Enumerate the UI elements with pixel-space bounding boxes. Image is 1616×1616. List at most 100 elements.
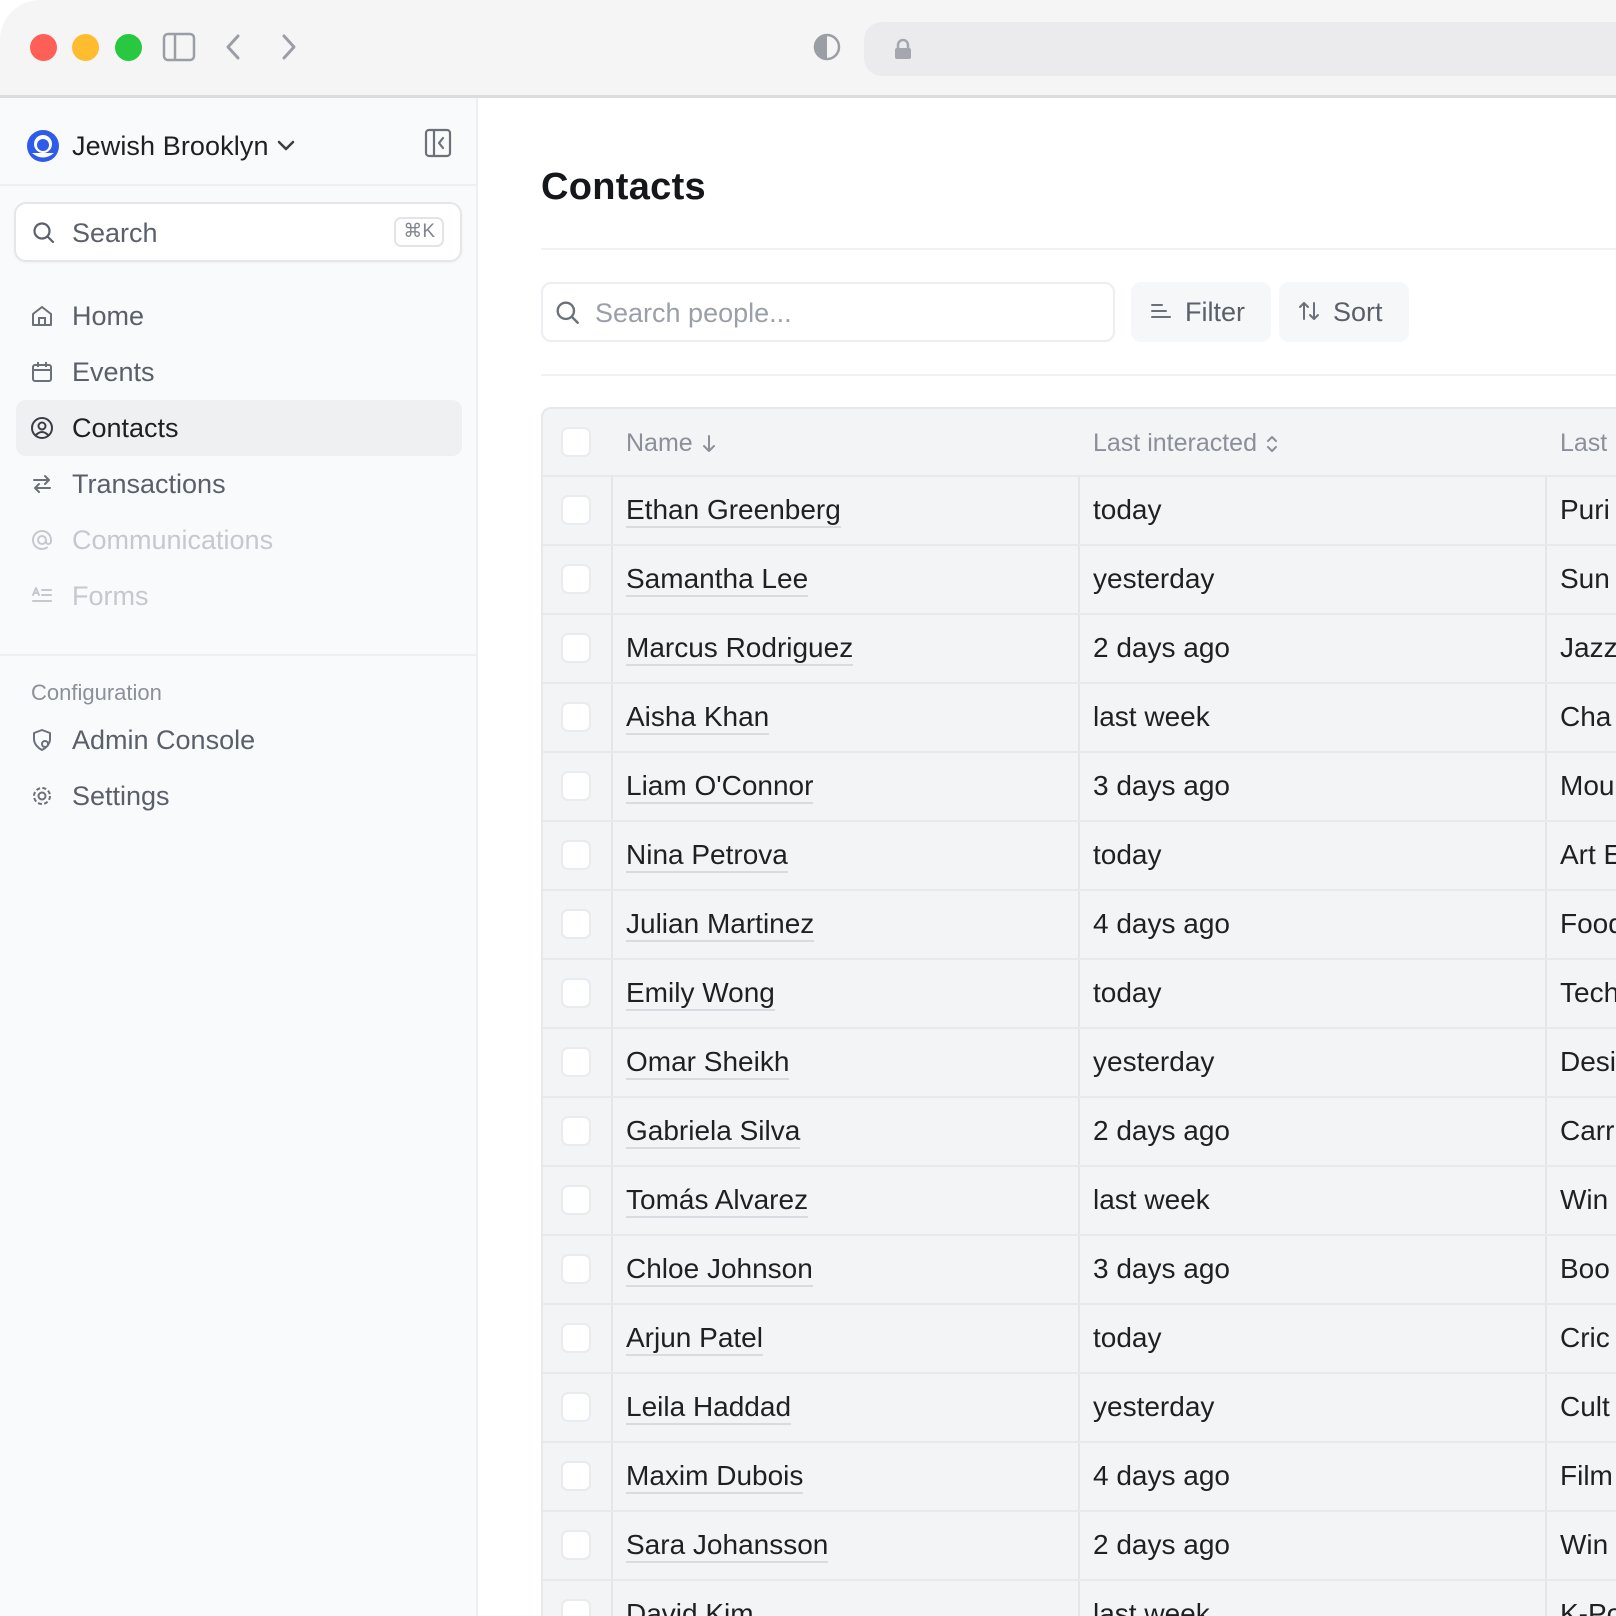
row-checkbox[interactable] bbox=[561, 1047, 591, 1077]
table-row[interactable]: Tomás Alvarez last week Win bbox=[543, 1167, 1616, 1236]
contact-name-link[interactable]: Maxim Dubois bbox=[626, 1460, 804, 1494]
table-row[interactable]: Nina Petrova today Art E bbox=[543, 822, 1616, 891]
browser-toolbar bbox=[0, 0, 1616, 98]
contact-name-cell[interactable]: Emily Wong bbox=[626, 977, 775, 1011]
collapse-sidebar-icon[interactable] bbox=[424, 128, 452, 158]
forward-arrow-icon[interactable] bbox=[274, 30, 302, 64]
table-row[interactable]: Chloe Johnson 3 days ago Boo bbox=[543, 1236, 1616, 1305]
column-header-last-interacted[interactable]: Last interacted bbox=[1093, 429, 1279, 458]
sidebar-item-admin-console[interactable]: Admin Console bbox=[16, 712, 462, 768]
contact-name-link[interactable]: Emily Wong bbox=[626, 977, 775, 1011]
contact-name-link[interactable]: Julian Martinez bbox=[626, 908, 815, 942]
contact-name-cell[interactable]: Chloe Johnson bbox=[626, 1253, 813, 1287]
sidebar-search[interactable]: Search ⌘K bbox=[14, 202, 462, 262]
table-row[interactable]: Marcus Rodriguez 2 days ago Jazz bbox=[543, 615, 1616, 684]
sidebar-item-communications: Communications bbox=[16, 512, 462, 568]
contact-name-cell[interactable]: Maxim Dubois bbox=[626, 1460, 804, 1494]
table-row[interactable]: Maxim Dubois 4 days ago Film bbox=[543, 1443, 1616, 1512]
address-bar[interactable] bbox=[864, 22, 1616, 76]
people-search-box[interactable] bbox=[541, 282, 1115, 342]
row-checkbox[interactable] bbox=[561, 1116, 591, 1146]
sidebar-toggle-icon[interactable] bbox=[162, 30, 196, 64]
row-checkbox[interactable] bbox=[561, 564, 591, 594]
table-row[interactable]: Samantha Lee yesterday Sun bbox=[543, 546, 1616, 615]
contact-name-cell[interactable]: Leila Haddad bbox=[626, 1391, 792, 1425]
contact-name-cell[interactable]: Ethan Greenberg bbox=[626, 494, 841, 528]
row-checkbox[interactable] bbox=[561, 1599, 591, 1616]
contact-name-link[interactable]: Leila Haddad bbox=[626, 1391, 792, 1425]
row-checkbox[interactable] bbox=[561, 1323, 591, 1353]
contact-name-link[interactable]: Aisha Khan bbox=[626, 701, 770, 735]
contact-name-link[interactable]: Nina Petrova bbox=[626, 839, 788, 873]
contact-name-link[interactable]: Marcus Rodriguez bbox=[626, 632, 854, 666]
contact-name-cell[interactable]: Samantha Lee bbox=[626, 563, 809, 597]
table-row[interactable]: Leila Haddad yesterday Cult bbox=[543, 1374, 1616, 1443]
back-arrow-icon[interactable] bbox=[220, 30, 248, 64]
table-row[interactable]: Emily Wong today Tech bbox=[543, 960, 1616, 1029]
contact-name-cell[interactable]: Nina Petrova bbox=[626, 839, 788, 873]
sidebar-item-home[interactable]: Home bbox=[16, 288, 462, 344]
last-interacted-cell: yesterday bbox=[1093, 563, 1215, 594]
row-checkbox[interactable] bbox=[561, 1530, 591, 1560]
table-row[interactable]: Gabriela Silva 2 days ago Carr bbox=[543, 1098, 1616, 1167]
contact-name-cell[interactable]: Gabriela Silva bbox=[626, 1115, 801, 1149]
contact-name-cell[interactable]: Tomás Alvarez bbox=[626, 1184, 809, 1218]
row-checkbox[interactable] bbox=[561, 978, 591, 1008]
contact-name-cell[interactable]: Aisha Khan bbox=[626, 701, 770, 735]
column-header-name[interactable]: Name bbox=[626, 429, 717, 458]
zoom-window-button[interactable] bbox=[115, 34, 142, 61]
minimize-window-button[interactable] bbox=[72, 34, 99, 61]
filter-button[interactable]: Filter bbox=[1131, 282, 1271, 342]
table-row[interactable]: Julian Martinez 4 days ago Food bbox=[543, 891, 1616, 960]
column-header-last[interactable]: Last bbox=[1560, 429, 1607, 458]
contact-name-cell[interactable]: Omar Sheikh bbox=[626, 1046, 790, 1080]
row-checkbox[interactable] bbox=[561, 771, 591, 801]
contact-name-cell[interactable]: Sara Johansson bbox=[626, 1529, 829, 1563]
close-window-button[interactable] bbox=[30, 34, 57, 61]
contact-name-link[interactable]: Chloe Johnson bbox=[626, 1253, 813, 1287]
row-checkbox[interactable] bbox=[561, 1254, 591, 1284]
row-checkbox[interactable] bbox=[561, 1461, 591, 1491]
sidebar-item-events[interactable]: Events bbox=[16, 344, 462, 400]
last-cell: Cult bbox=[1560, 1391, 1610, 1422]
contact-name-cell[interactable]: Arjun Patel bbox=[626, 1322, 763, 1356]
people-search-input[interactable] bbox=[595, 294, 1095, 332]
table-row[interactable]: Arjun Patel today Cric bbox=[543, 1305, 1616, 1374]
contact-name-cell[interactable]: Marcus Rodriguez bbox=[626, 632, 854, 666]
table-row[interactable]: Liam O'Connor 3 days ago Mou bbox=[543, 753, 1616, 822]
column-header-label: Last bbox=[1560, 429, 1608, 457]
sidebar-item-transactions[interactable]: Transactions bbox=[16, 456, 462, 512]
row-checkbox[interactable] bbox=[561, 1185, 591, 1215]
select-all-checkbox[interactable] bbox=[561, 427, 591, 457]
sidebar-item-settings[interactable]: Settings bbox=[16, 768, 462, 824]
sort-button[interactable]: Sort bbox=[1279, 282, 1409, 342]
contact-name-link[interactable]: Omar Sheikh bbox=[626, 1046, 790, 1080]
row-checkbox[interactable] bbox=[561, 495, 591, 525]
table-row[interactable]: Sara Johansson 2 days ago Win bbox=[543, 1512, 1616, 1581]
contact-name-link[interactable]: Gabriela Silva bbox=[626, 1115, 801, 1149]
contact-name-link[interactable]: Arjun Patel bbox=[626, 1322, 763, 1356]
org-switcher[interactable]: Jewish Brooklyn bbox=[26, 126, 295, 166]
contact-name-link[interactable]: Liam O'Connor bbox=[626, 770, 814, 804]
contact-name-cell[interactable]: David Kim bbox=[626, 1598, 754, 1616]
contact-name-cell[interactable]: Julian Martinez bbox=[626, 908, 815, 942]
contact-name-link[interactable]: Samantha Lee bbox=[626, 563, 809, 597]
table-row[interactable]: Omar Sheikh yesterday Desi bbox=[543, 1029, 1616, 1098]
table-row[interactable]: Ethan Greenberg today Puri bbox=[543, 477, 1616, 546]
row-checkbox[interactable] bbox=[561, 909, 591, 939]
contact-name-link[interactable]: Tomás Alvarez bbox=[626, 1184, 809, 1218]
contact-name-link[interactable]: Ethan Greenberg bbox=[626, 494, 841, 528]
sidebar-item-contacts[interactable]: Contacts bbox=[16, 400, 462, 456]
contact-name-link[interactable]: David Kim bbox=[626, 1598, 754, 1616]
row-checkbox[interactable] bbox=[561, 633, 591, 663]
last-cell: Sun bbox=[1560, 563, 1610, 594]
row-checkbox[interactable] bbox=[561, 1392, 591, 1422]
row-checkbox[interactable] bbox=[561, 702, 591, 732]
contact-name-cell[interactable]: Liam O'Connor bbox=[626, 770, 814, 804]
last-cell: Mou bbox=[1560, 770, 1615, 801]
appearance-icon[interactable] bbox=[812, 32, 842, 62]
contact-name-link[interactable]: Sara Johansson bbox=[626, 1529, 829, 1563]
row-checkbox[interactable] bbox=[561, 840, 591, 870]
table-row[interactable]: Aisha Khan last week Cha bbox=[543, 684, 1616, 753]
table-row[interactable]: David Kim last week K-Po bbox=[543, 1581, 1616, 1616]
